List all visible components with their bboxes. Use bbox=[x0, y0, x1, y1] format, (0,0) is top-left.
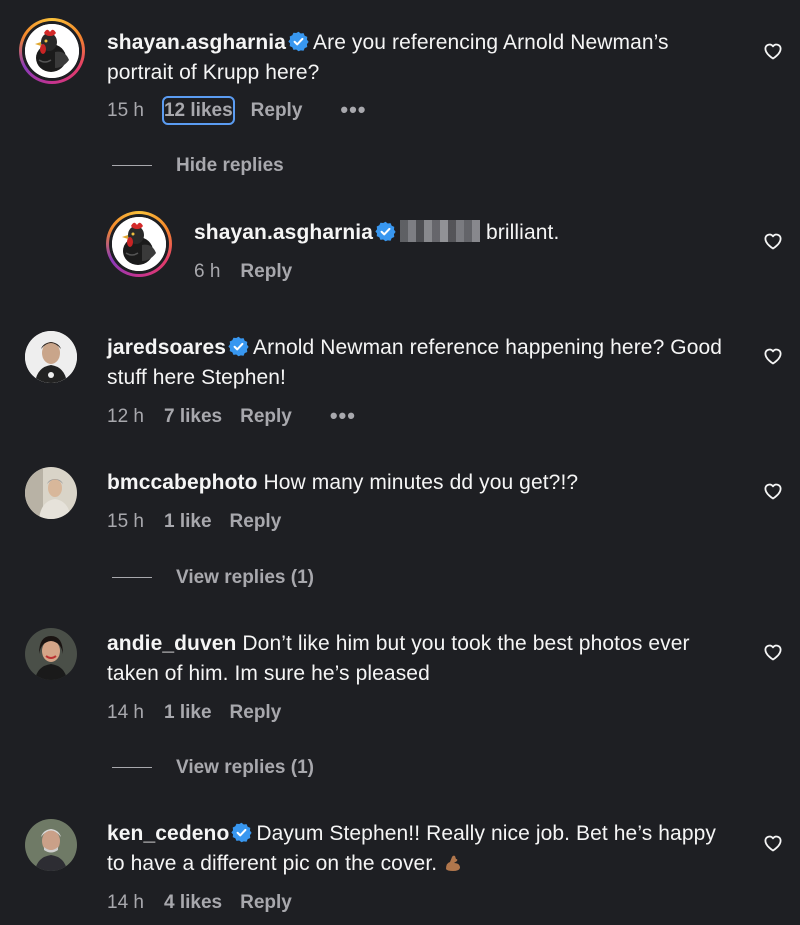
comment-time[interactable]: 15 h bbox=[107, 511, 144, 532]
comment-time[interactable]: 12 h bbox=[107, 406, 144, 427]
more-options-icon[interactable]: ••• bbox=[340, 98, 366, 122]
reply-button[interactable]: Reply bbox=[240, 892, 292, 913]
comment-time[interactable]: 15 h bbox=[107, 100, 144, 121]
rooster-avatar-icon bbox=[112, 217, 166, 271]
comment-likes[interactable]: 12 likes bbox=[161, 96, 235, 125]
comment-text-block: shayan.asgharnia brilliant. bbox=[194, 218, 730, 248]
like-heart-icon[interactable] bbox=[763, 834, 783, 852]
avatar[interactable] bbox=[25, 467, 77, 519]
reply-button[interactable]: Reply bbox=[240, 406, 292, 427]
like-heart-icon[interactable] bbox=[763, 482, 783, 500]
flexed-biceps-emoji-icon bbox=[446, 855, 461, 871]
hide-replies-label: Hide replies bbox=[176, 155, 284, 176]
reply-button[interactable]: Reply bbox=[251, 100, 303, 121]
like-heart-icon[interactable] bbox=[763, 232, 783, 250]
verified-badge-icon bbox=[231, 822, 252, 843]
user-avatar-icon bbox=[25, 628, 77, 680]
comment-body: How many minutes dd you get?!? bbox=[263, 471, 579, 494]
comment-text-block: ken_cedeno Dayum Stephen!! Really nice jo… bbox=[107, 819, 730, 879]
comment-username[interactable]: andie_duven bbox=[107, 632, 236, 655]
comment-meta: 6 h Reply bbox=[194, 260, 310, 284]
like-heart-icon[interactable] bbox=[763, 42, 783, 60]
reply-button[interactable]: Reply bbox=[240, 261, 292, 282]
comment-meta: 15 h 12 likes Reply ••• bbox=[107, 96, 385, 125]
view-replies-label: View replies (1) bbox=[176, 567, 314, 588]
view-replies-button[interactable]: View replies (1) bbox=[112, 757, 314, 779]
more-options-icon[interactable]: ••• bbox=[330, 404, 356, 428]
comment-likes[interactable]: 4 likes bbox=[164, 892, 222, 913]
divider-line bbox=[112, 165, 152, 167]
comment-meta: 14 h 4 likes Reply bbox=[107, 891, 310, 915]
comment-likes[interactable]: 1 like bbox=[164, 511, 212, 532]
comment-username[interactable]: shayan.asgharnia bbox=[194, 221, 373, 244]
hide-replies-button[interactable]: Hide replies bbox=[112, 155, 284, 177]
comment-username[interactable]: jaredsoares bbox=[107, 336, 226, 359]
comment-likes[interactable]: 1 like bbox=[164, 702, 212, 723]
divider-line bbox=[112, 767, 152, 769]
avatar[interactable] bbox=[106, 211, 172, 277]
comment-meta: 14 h 1 like Reply bbox=[107, 701, 299, 725]
like-heart-icon[interactable] bbox=[763, 347, 783, 365]
reply-button[interactable]: Reply bbox=[230, 511, 282, 532]
comment-meta: 15 h 1 like Reply bbox=[107, 510, 299, 534]
comment-likes[interactable]: 7 likes bbox=[164, 406, 222, 427]
comment-text-block: bmccabephoto How many minutes dd you get… bbox=[107, 468, 730, 498]
view-replies-button[interactable]: View replies (1) bbox=[112, 567, 314, 589]
comment-text-block: andie_duven Don’t like him but you took … bbox=[107, 629, 730, 689]
reply-button[interactable]: Reply bbox=[230, 702, 282, 723]
verified-badge-icon bbox=[288, 31, 309, 52]
comment-text-block: shayan.asgharnia Are you referencing Arno… bbox=[107, 28, 730, 88]
verified-badge-icon bbox=[375, 221, 396, 242]
verified-badge-icon bbox=[228, 336, 249, 357]
comment-username[interactable]: bmccabephoto bbox=[107, 471, 258, 494]
divider-line bbox=[112, 577, 152, 579]
user-avatar-icon bbox=[25, 467, 77, 519]
comment-body: brilliant. bbox=[486, 221, 560, 244]
avatar[interactable] bbox=[25, 628, 77, 680]
comment-time[interactable]: 6 h bbox=[194, 261, 220, 282]
comment-time[interactable]: 14 h bbox=[107, 702, 144, 723]
user-avatar-icon bbox=[25, 819, 77, 871]
avatar[interactable] bbox=[25, 819, 77, 871]
avatar[interactable] bbox=[19, 18, 85, 84]
comment-time[interactable]: 14 h bbox=[107, 892, 144, 913]
avatar[interactable] bbox=[25, 331, 77, 383]
view-replies-label: View replies (1) bbox=[176, 757, 314, 778]
comment-username[interactable]: ken_cedeno bbox=[107, 822, 229, 845]
comment-username[interactable]: shayan.asgharnia bbox=[107, 31, 286, 54]
comment-meta: 12 h 7 likes Reply ••• bbox=[107, 404, 374, 429]
comment-text-block: jaredsoares Arnold Newman reference happe… bbox=[107, 333, 730, 393]
user-avatar-icon bbox=[25, 331, 77, 383]
rooster-avatar-icon bbox=[25, 24, 79, 78]
redacted-mention bbox=[400, 220, 481, 242]
like-heart-icon[interactable] bbox=[763, 643, 783, 661]
